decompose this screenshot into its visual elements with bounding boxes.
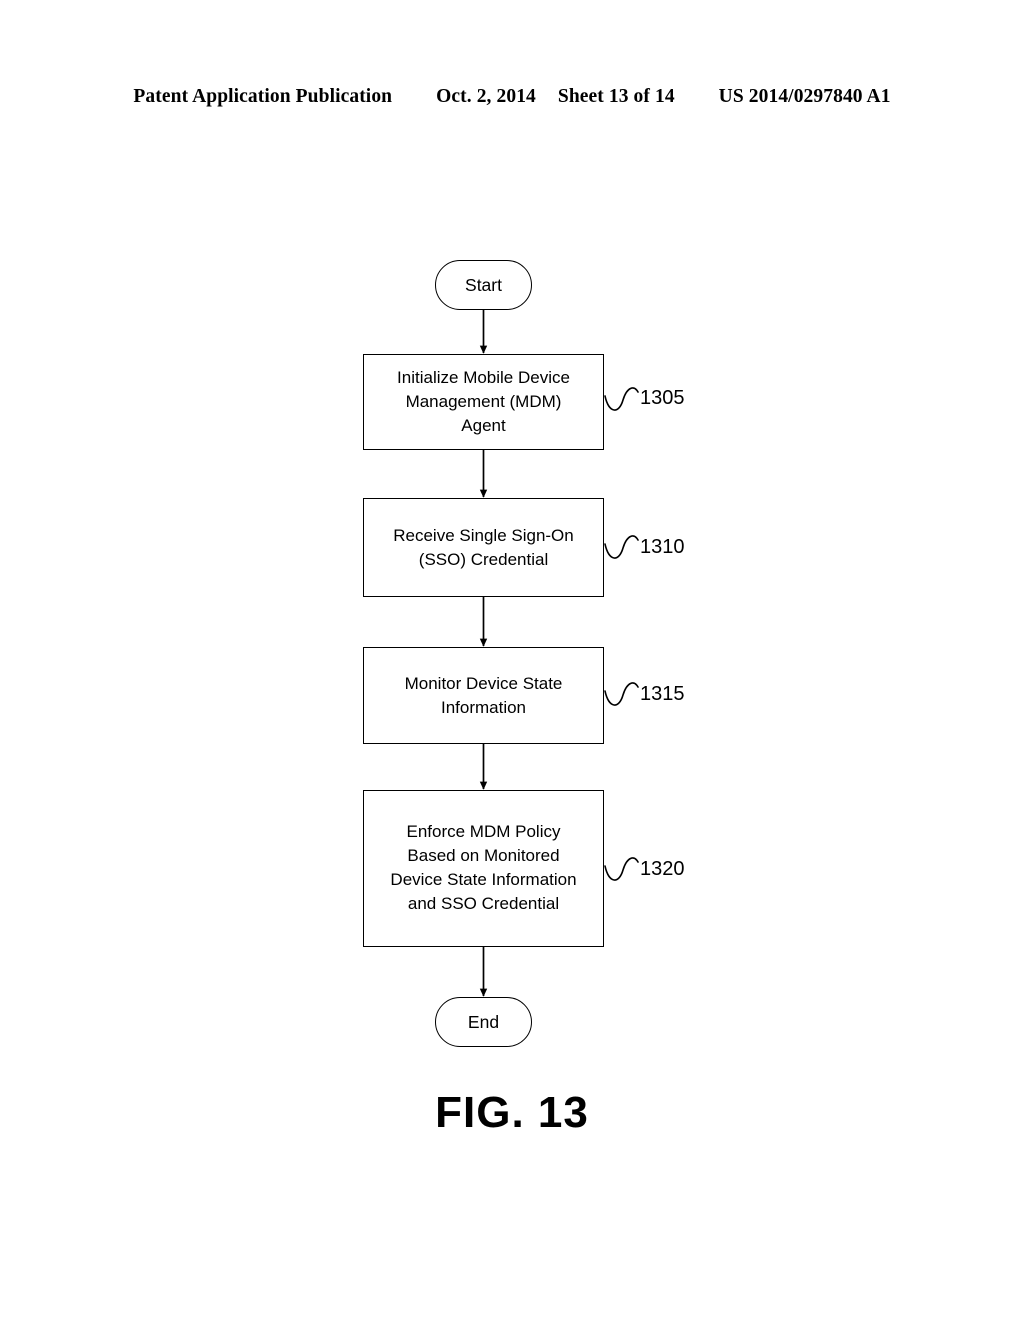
flow-node-end-label: End [467,1012,500,1032]
flow-node-1310-label: Receive Single Sign-On (SSO) Credential [393,525,574,569]
flow-node-enforce-mdm-policy[interactable]: Enforce MDM Policy Based on Monitored De… [363,790,604,947]
flow-node-1305-label: Initialize Mobile Device Management (MDM… [397,368,570,435]
lead-line-1320 [604,857,639,881]
flow-node-receive-sso-credential[interactable]: Receive Single Sign-On (SSO) Credential [363,498,604,597]
lead-line-1315 [604,682,639,706]
reference-numeral-1310: 1310 [640,536,685,558]
reference-numeral-1315: 1315 [640,683,685,705]
flow-node-start-label: Start [465,275,502,295]
flow-node-1320-label: Enforce MDM Policy Based on Monitored De… [390,822,577,913]
lead-line-1310 [604,535,639,559]
flow-node-1315-label: Monitor Device State Information [404,673,563,717]
flow-node-monitor-device-state[interactable]: Monitor Device State Information [363,647,604,744]
lead-line-1305 [604,387,639,411]
flow-node-end[interactable]: End [435,997,532,1047]
figure-caption: FIG. 13 [435,1088,589,1137]
flow-node-initialize-mdm-agent[interactable]: Initialize Mobile Device Management (MDM… [363,354,604,450]
reference-numeral-1320: 1320 [640,858,685,880]
reference-numeral-1305: 1305 [640,387,685,409]
flow-node-start[interactable]: Start [435,260,532,310]
